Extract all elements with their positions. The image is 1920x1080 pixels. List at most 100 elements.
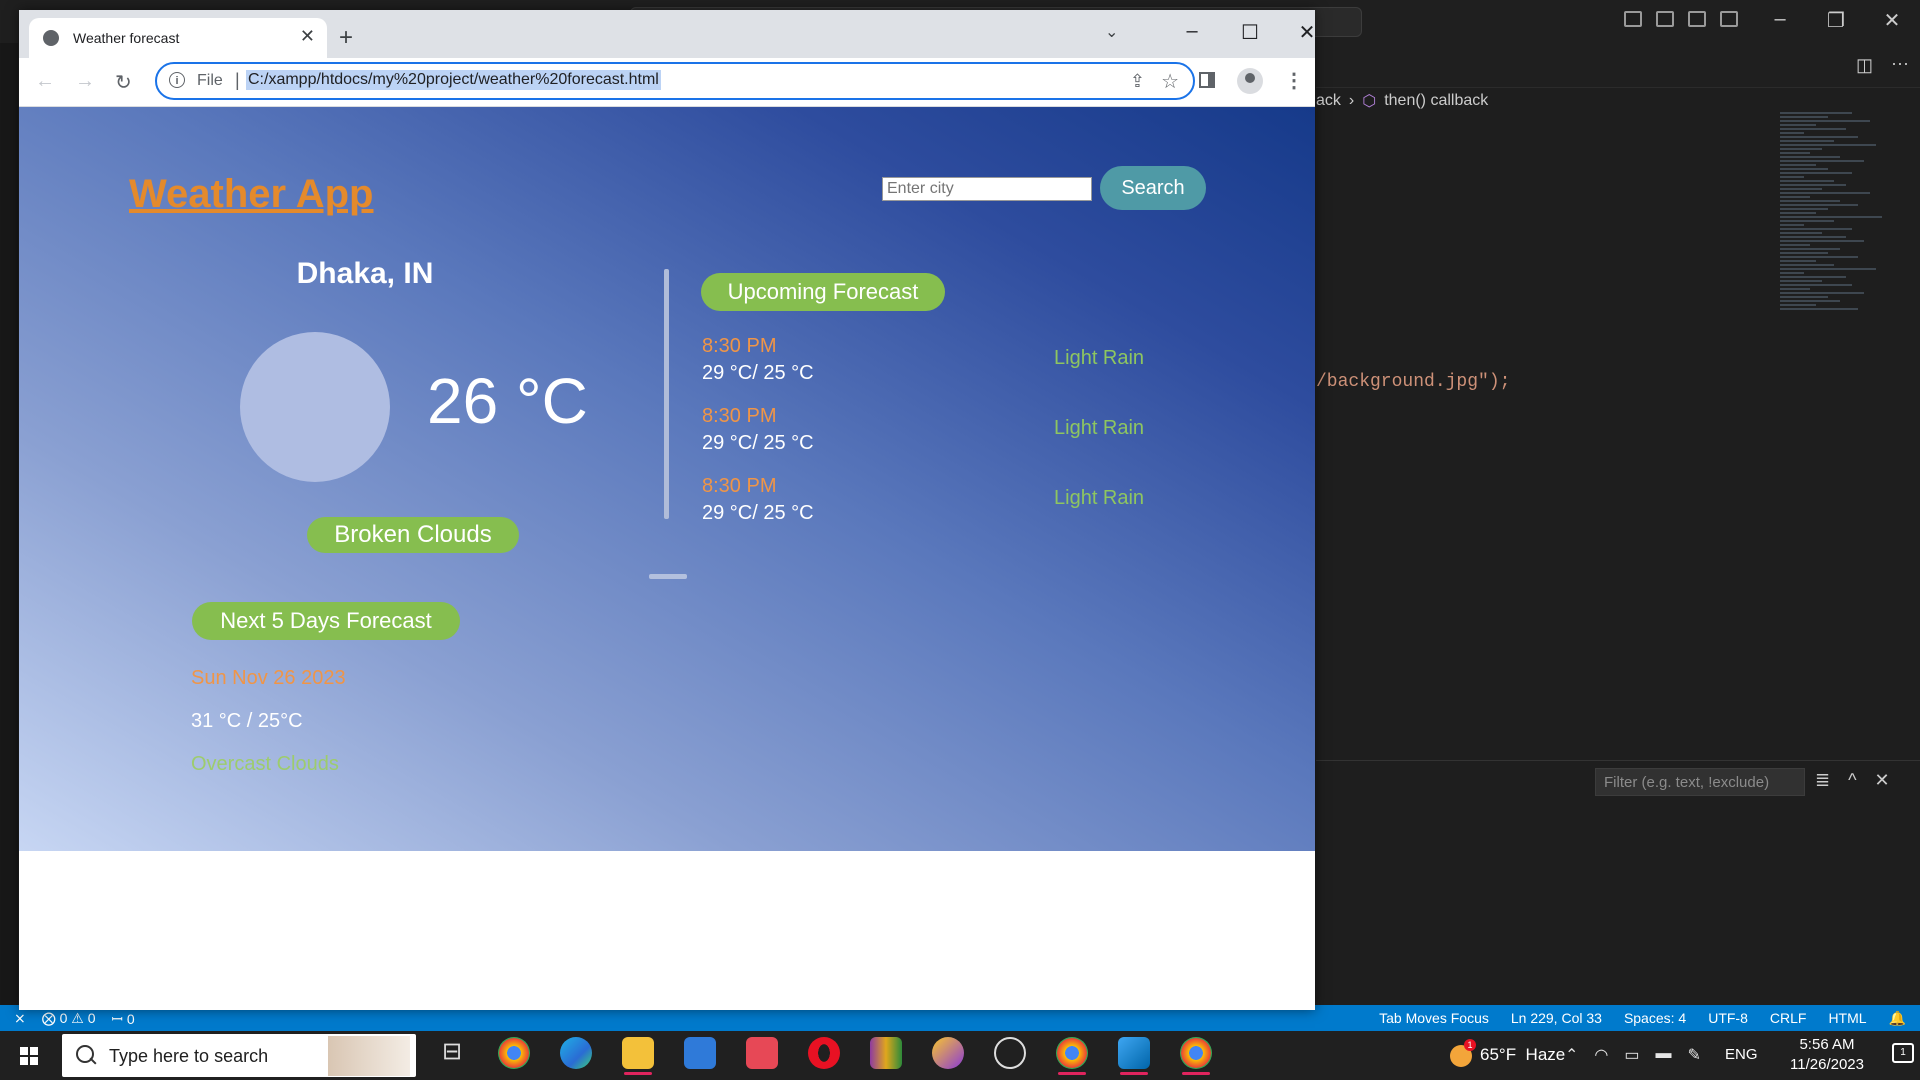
forward-icon[interactable]: →	[75, 70, 95, 93]
layout-controls	[1624, 11, 1738, 27]
tab-strip: Weather forecast ✕ + ⌄ – ☐ ✕	[19, 10, 1315, 58]
divider-vertical	[664, 269, 669, 519]
browser-window: Weather forecast ✕ + ⌄ – ☐ ✕ ← → ↻ i Fil…	[19, 10, 1315, 1010]
eol-status[interactable]: CRLF	[1770, 1010, 1807, 1027]
address-bar[interactable]: i File | C:/xampp/htdocs/my%20project/we…	[155, 62, 1195, 100]
weather-widget[interactable]: 65°F Haze	[1480, 1045, 1565, 1065]
indentation-status[interactable]: Spaces: 4	[1624, 1010, 1686, 1027]
forecast-temps: 29 °C/ 25 °C	[702, 362, 814, 384]
tab-search-chevron-icon[interactable]: ⌄	[1105, 22, 1118, 42]
clock[interactable]: 5:56 AM 11/26/2023	[1772, 1035, 1882, 1075]
minimize-icon[interactable]: –	[1172, 20, 1212, 43]
site-info-icon[interactable]: i	[169, 72, 185, 88]
upcoming-forecast-item: 8:30 PM 29 °C/ 25 °C	[702, 405, 814, 455]
chevron-up-icon[interactable]: ⌃	[1565, 1045, 1578, 1065]
city-search-input[interactable]	[882, 177, 1092, 201]
share-icon[interactable]: ⇪	[1130, 71, 1145, 92]
vpn-icon[interactable]	[932, 1037, 964, 1069]
divider-horizontal	[649, 574, 687, 579]
network-icon[interactable]: ◠	[1594, 1045, 1608, 1065]
globe-icon	[43, 30, 59, 46]
editor-scrollbar[interactable]	[1905, 90, 1920, 760]
opera-icon[interactable]	[808, 1037, 840, 1069]
chrome-profile-icon[interactable]	[1056, 1037, 1088, 1075]
more-actions-icon[interactable]: ···	[1891, 53, 1909, 74]
filter-lines-icon[interactable]: ≣	[1815, 770, 1830, 791]
minimap[interactable]	[1780, 110, 1900, 760]
panel-filter-input[interactable]: Filter (e.g. text, !exclude)	[1595, 768, 1805, 796]
search-button[interactable]: Search	[1100, 166, 1206, 210]
chevron-right-icon: ›	[1348, 92, 1355, 109]
bell-icon[interactable]: 🔔	[1889, 1010, 1906, 1027]
bookmark-star-icon[interactable]: ☆	[1161, 69, 1179, 94]
remote-icon[interactable]: ⨯	[14, 1010, 26, 1029]
ports-status[interactable]: ꟷ 0	[112, 1010, 135, 1029]
upcoming-forecast-item: 8:30 PM 29 °C/ 25 °C	[702, 475, 814, 525]
vscode-icon[interactable]	[1118, 1037, 1150, 1075]
day-forecast-date: Sun Nov 26 2023	[191, 667, 346, 689]
forecast-temps: 29 °C/ 25 °C	[702, 432, 814, 454]
close-tab-icon[interactable]: ✕	[300, 26, 315, 47]
taskbar-search-box[interactable]: Type here to search	[62, 1034, 416, 1077]
maximize-panel-icon[interactable]: ^	[1848, 770, 1856, 791]
menu-kebab-icon[interactable]: ⋮	[1284, 68, 1304, 93]
edge-icon[interactable]	[560, 1037, 592, 1069]
vscode-activity-bar	[0, 43, 18, 1011]
chrome-icon[interactable]	[498, 1037, 530, 1069]
vscode-close-icon[interactable]: ✕	[1872, 8, 1912, 33]
clock-date: 11/26/2023	[1790, 1056, 1864, 1073]
chatgpt-icon[interactable]	[994, 1037, 1026, 1069]
customize-layout-icon[interactable]	[1720, 11, 1738, 27]
new-tab-button[interactable]: +	[339, 24, 353, 52]
profile-avatar-icon[interactable]	[1237, 68, 1263, 94]
cursor-position-status[interactable]: Ln 229, Col 33	[1511, 1010, 1602, 1027]
weather-alert-badge: 1	[1464, 1039, 1476, 1051]
weather-icon	[240, 332, 390, 482]
breadcrumb-item[interactable]: ack	[1316, 92, 1341, 110]
start-windows-icon[interactable]	[20, 1047, 38, 1065]
notification-icon[interactable]: 1	[1892, 1043, 1914, 1063]
code-text: /background.jpg");	[1316, 372, 1511, 392]
side-panel-icon[interactable]	[1199, 72, 1215, 88]
problems-status[interactable]: ⨂ 0 ⚠ 0	[42, 1010, 96, 1029]
browser-toolbar: ← → ↻ i File | C:/xampp/htdocs/my%20proj…	[19, 58, 1315, 107]
language-indicator[interactable]: ENG	[1725, 1046, 1758, 1063]
url-text[interactable]: C:/xampp/htdocs/my%20project/weather%20f…	[246, 70, 661, 90]
winrar-icon[interactable]	[870, 1037, 902, 1069]
next-days-forecast-title: Next 5 Days Forecast	[192, 602, 460, 640]
gift-icon[interactable]	[746, 1037, 778, 1069]
split-editor-icon[interactable]: ◫	[1856, 55, 1873, 76]
forecast-description: Light Rain	[1054, 487, 1145, 509]
windows-taskbar: Type here to search ⊟ 1 65°F Haze ⌃ ◠ ▭ …	[0, 1031, 1920, 1080]
forecast-time: 8:30 PM	[702, 405, 777, 427]
scheme-label: File	[197, 72, 223, 89]
file-explorer-icon[interactable]	[622, 1037, 654, 1075]
reload-icon[interactable]: ↻	[115, 70, 132, 95]
close-panel-icon[interactable]: ✕	[1875, 770, 1890, 791]
store-icon[interactable]	[684, 1037, 716, 1069]
encoding-status[interactable]: UTF-8	[1708, 1010, 1748, 1027]
forecast-time: 8:30 PM	[702, 475, 777, 497]
forecast-temps: 29 °C/ 25 °C	[702, 502, 814, 524]
weather-desc: Haze	[1525, 1045, 1566, 1064]
toggle-secondary-sidebar-icon[interactable]	[1688, 11, 1706, 27]
pen-icon[interactable]: ✎	[1688, 1045, 1701, 1065]
battery-icon[interactable]: ▬	[1656, 1045, 1672, 1065]
close-window-icon[interactable]: ✕	[1287, 20, 1327, 45]
language-status[interactable]: HTML	[1828, 1010, 1866, 1027]
task-view-icon[interactable]: ⊟	[436, 1037, 468, 1069]
breadcrumb-item[interactable]: then() callback	[1384, 92, 1488, 110]
meet-icon[interactable]: ▭	[1624, 1045, 1639, 1065]
tab-focus-status[interactable]: Tab Moves Focus	[1379, 1010, 1489, 1027]
address-separator: |	[235, 70, 240, 90]
browser-tab[interactable]: Weather forecast ✕	[29, 18, 327, 58]
vscode-restore-icon[interactable]: ❐	[1816, 8, 1856, 33]
toggle-primary-sidebar-icon[interactable]	[1624, 11, 1642, 27]
back-icon[interactable]: ←	[35, 70, 55, 93]
vscode-minimize-icon[interactable]: –	[1760, 8, 1800, 31]
chrome-active-icon[interactable]	[1180, 1037, 1212, 1075]
code-line[interactable]: /background.jpg");	[1316, 372, 1510, 392]
toggle-panel-icon[interactable]	[1656, 11, 1674, 27]
app-title[interactable]: Weather App	[129, 172, 373, 217]
maximize-icon[interactable]: ☐	[1230, 20, 1270, 45]
